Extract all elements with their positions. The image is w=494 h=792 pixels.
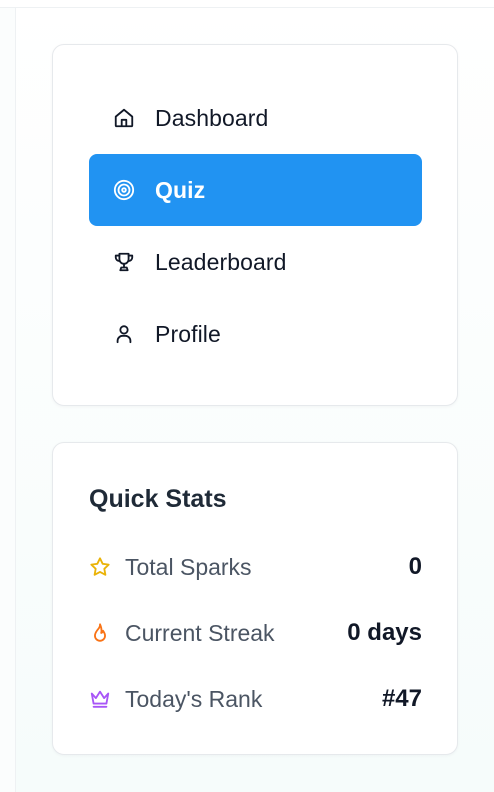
navigation-card: Dashboard Quiz Leaderboard Profile (52, 44, 458, 406)
nav-item-label: Profile (155, 320, 221, 347)
left-rail (0, 8, 16, 792)
user-icon (113, 323, 135, 345)
star-icon (89, 556, 111, 578)
target-icon (113, 179, 135, 201)
nav-item-label: Dashboard (155, 104, 269, 131)
stat-value: 0 days (347, 619, 422, 646)
stat-value: 0 (408, 553, 422, 580)
flame-icon (89, 622, 111, 644)
nav-item-label: Quiz (155, 176, 206, 203)
stats-title: Quick Stats (89, 485, 227, 513)
stat-row-current-streak: Current Streak 0 days (89, 613, 422, 653)
trophy-icon (113, 251, 135, 273)
nav-item-dashboard[interactable]: Dashboard (89, 82, 422, 154)
stat-row-todays-rank: Today's Rank #47 (89, 679, 422, 719)
crown-icon (89, 688, 111, 710)
stat-label: Total Sparks (125, 553, 252, 580)
stat-label: Today's Rank (125, 685, 263, 712)
nav-item-label: Leaderboard (155, 248, 287, 275)
stat-row-total-sparks: Total Sparks 0 (89, 547, 422, 587)
quick-stats-card: Quick Stats Total Sparks 0 Current Strea… (52, 442, 458, 755)
stat-value: #47 (381, 685, 422, 712)
nav-item-leaderboard[interactable]: Leaderboard (89, 226, 422, 298)
nav-item-profile[interactable]: Profile (89, 298, 422, 370)
stat-label: Current Streak (125, 619, 275, 646)
top-bar-edge (0, 0, 494, 8)
home-icon (113, 107, 135, 129)
nav-item-quiz[interactable]: Quiz (89, 154, 422, 226)
